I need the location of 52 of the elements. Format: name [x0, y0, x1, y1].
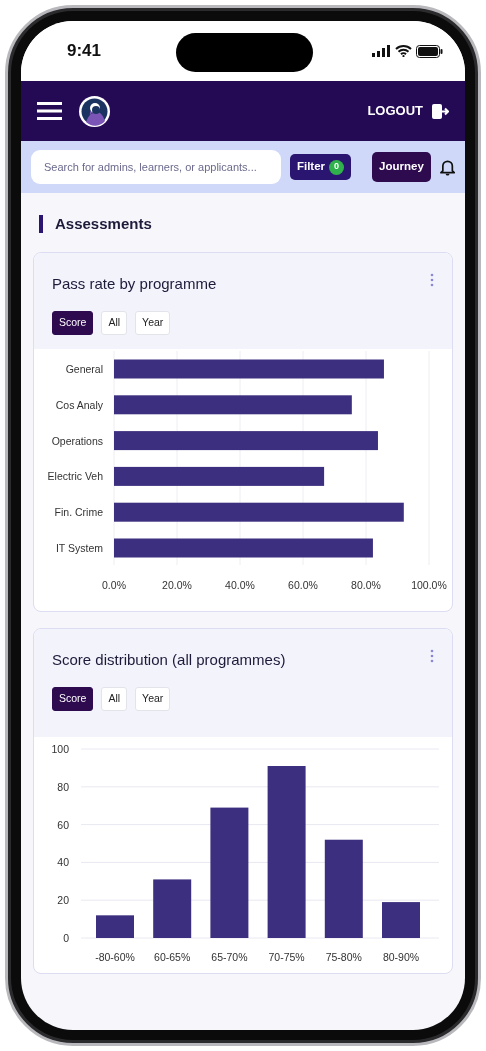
axis-tick-label: 40	[57, 856, 69, 869]
category-label: 60-65%	[154, 951, 191, 963]
bar	[96, 915, 134, 938]
status-time: 9:41	[67, 40, 102, 63]
category-label: Operations	[51, 434, 103, 447]
category-label: IT System	[55, 541, 103, 554]
more-options-icon[interactable]	[430, 272, 434, 287]
section-marker	[39, 215, 43, 234]
axis-tick-label: 100.0%	[411, 578, 447, 591]
more-options-icon[interactable]	[430, 648, 434, 663]
axis-tick-label: 80	[57, 780, 69, 793]
axis-tick-label: 40.0%	[225, 578, 255, 591]
logo-icon	[78, 94, 111, 128]
category-label: General	[65, 362, 103, 375]
axis-tick-label: 80.0%	[351, 578, 381, 591]
menu-icon[interactable]	[37, 101, 62, 121]
category-label: Electric Veh	[47, 470, 103, 483]
category-label: 70-75%	[268, 951, 305, 963]
toggle-button[interactable]: All	[101, 311, 128, 335]
axis-tick-label: 60	[57, 818, 69, 831]
section-title: Assessments	[55, 214, 152, 234]
axis-tick-label: 20	[57, 894, 69, 907]
category-label: Cos Analy	[55, 398, 103, 411]
axis-tick-label: 20.0%	[162, 578, 192, 591]
category-label: 75-80%	[325, 951, 362, 963]
card-title: Pass rate by programme	[52, 273, 217, 294]
battery-icon	[416, 44, 443, 58]
axis-tick-label: 0.0%	[102, 578, 126, 591]
category-label: 80-90%	[382, 951, 420, 963]
bar	[382, 902, 420, 938]
toggle-button[interactable]: Score	[52, 311, 94, 335]
search-field[interactable]: Search for admins, learners, or applicants...	[31, 150, 281, 184]
toggle-button[interactable]: Year	[135, 311, 171, 335]
bar	[153, 879, 192, 938]
card-title: Score distribution (all programmes)	[52, 649, 286, 670]
signal-icon	[372, 45, 391, 57]
journey-button[interactable]: Journey	[372, 152, 431, 182]
toggle-button[interactable]: All	[101, 687, 128, 711]
axis-tick-label: 60.0%	[288, 578, 318, 591]
category-label: 65-70%	[211, 951, 248, 963]
toggle-button[interactable]: Year	[135, 687, 171, 711]
bell-icon[interactable]	[439, 158, 455, 176]
axis-tick-label: 100	[51, 743, 69, 755]
category-label: -80-60%	[95, 951, 135, 963]
logout-icon[interactable]	[431, 102, 449, 120]
filter-button[interactable]: Filter 0	[289, 154, 352, 180]
toggle-button[interactable]: Score	[52, 687, 94, 711]
category-label: Fin. Crime	[54, 505, 103, 518]
logout-link[interactable]: LOGOUT	[367, 101, 423, 121]
wifi-icon	[395, 45, 412, 57]
axis-tick-label: 0	[63, 932, 69, 944]
filter-count-badge: 0	[329, 159, 345, 175]
